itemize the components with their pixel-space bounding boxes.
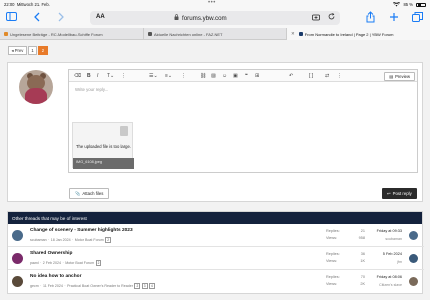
sidebar-icon[interactable]	[6, 12, 17, 24]
views-count: 958	[358, 236, 365, 240]
views-count: 2K	[360, 282, 365, 286]
list-icon[interactable]: ☰⌄	[149, 73, 158, 79]
thread-row[interactable]: No idea how to anchor gecm · 11 Feb 2024 · P…	[8, 270, 424, 293]
thread-meta: scubaman · 18 Jan 2024 · Motor Boat Forum 2	[30, 237, 112, 243]
last-post-date[interactable]: Friday at 08:06	[377, 275, 402, 279]
thread-title[interactable]: Shared Ownership	[30, 251, 72, 256]
back-icon[interactable]	[34, 12, 40, 25]
avatar[interactable]	[19, 70, 53, 104]
thread-page-link[interactable]: 4	[149, 283, 155, 289]
file-icon	[120, 126, 128, 136]
extensions-icon[interactable]	[312, 14, 320, 23]
page-content: ◂ Prev 1 2 ⌫ B I T⌄ ⋮ ☰⌄ ≡⌄ ⋮ ⛓ ▨ ☺ ▣ ❝	[0, 40, 430, 300]
insert-icon[interactable]: ⊞	[255, 73, 259, 79]
replies-count: 70	[360, 275, 365, 279]
replies-count: 21	[360, 229, 365, 233]
last-post-user[interactable]: jfm	[397, 260, 402, 264]
page-1-button[interactable]: 1	[27, 46, 38, 55]
replies-count: 36	[360, 252, 365, 256]
preview-icon: ▤	[389, 73, 394, 79]
image-icon[interactable]: ▨	[211, 73, 216, 79]
reply-icon: ↩	[387, 190, 391, 196]
thread-row[interactable]: Change of scenery - Summer highlights 20…	[8, 224, 424, 247]
avatar[interactable]	[12, 276, 23, 287]
browser-tab-2[interactable]: Aktuelle Nachrichten online - FAZ.NET	[143, 28, 286, 40]
tab-favicon-icon	[4, 32, 8, 36]
close-tab-icon[interactable]: ✕	[291, 31, 295, 37]
thread-page-link[interactable]: 2	[105, 237, 112, 243]
forward-icon[interactable]	[58, 12, 64, 25]
undo-icon[interactable]: ↶	[289, 73, 293, 79]
reply-editor: ⌫ B I T⌄ ⋮ ☰⌄ ≡⌄ ⋮ ⛓ ▨ ☺ ▣ ❝ ⊞ ↶ [ ] ⇄ ⋮…	[68, 69, 418, 173]
url-text: forums.ybw.com	[182, 14, 227, 22]
editor-toolbar: ⌫ B I T⌄ ⋮ ☰⌄ ≡⌄ ⋮ ⛓ ▨ ☺ ▣ ❝ ⊞ ↶ [ ] ⇄ ⋮…	[69, 70, 417, 82]
battery-icon	[416, 2, 426, 7]
share-icon[interactable]	[366, 11, 375, 26]
thread-page-link[interactable]: 2	[134, 283, 141, 289]
more-text-icon[interactable]: ⋮	[121, 73, 126, 79]
tab-favicon-icon	[148, 32, 152, 36]
last-post-date[interactable]: Friday at 09:33	[377, 229, 402, 233]
last-post-user[interactable]: scubaman	[385, 237, 402, 241]
new-tab-icon[interactable]	[389, 12, 399, 25]
battery-percent: 85 %	[403, 2, 413, 7]
browser-nav-bar: AA forums.ybw.com	[0, 8, 430, 28]
prev-page-button[interactable]: ◂ Prev	[8, 46, 27, 55]
thread-title[interactable]: Change of scenery - Summer highlights 20…	[30, 228, 133, 233]
pagination: ◂ Prev 1 2	[8, 46, 48, 55]
italic-icon[interactable]: I	[97, 73, 98, 79]
attachment-error-card: The uploaded file is too large. IMG_6108…	[72, 122, 134, 169]
drafts-icon[interactable]: ⋮	[337, 73, 342, 79]
avatar[interactable]	[409, 254, 418, 263]
page-2-button[interactable]: 2	[38, 46, 48, 55]
thread-page-link[interactable]: 3	[141, 283, 148, 289]
tab-overview-icon[interactable]	[412, 12, 423, 25]
similar-threads: Other threads that may be of interest Ch…	[7, 211, 424, 294]
link-icon[interactable]: ⛓	[200, 73, 206, 79]
wifi-icon	[393, 0, 401, 8]
last-post-user[interactable]: Citizen's slave	[379, 283, 402, 287]
lock-icon	[174, 14, 179, 22]
more-paragraph-icon[interactable]: ⋮	[181, 73, 186, 79]
status-time-date: 22:00 Mittwoch 21. Feb.	[4, 1, 50, 7]
font-size-icon[interactable]: T⌄	[107, 73, 114, 79]
last-post-date[interactable]: 5 Feb 2024	[383, 252, 402, 256]
quote-icon[interactable]: ❝	[245, 73, 248, 79]
reply-textarea[interactable]: Write your reply...	[75, 87, 108, 92]
thread-meta: pawd · 2 Feb 2024 · Motor Boat Forum 2	[30, 260, 102, 266]
thread-title[interactable]: No idea how to anchor	[30, 274, 81, 279]
reload-icon[interactable]	[328, 12, 335, 22]
tab-favicon-icon	[298, 32, 303, 36]
multitasking-dots-icon[interactable]: •••	[208, 0, 216, 6]
browser-tab-3[interactable]: ✕ From Normandie to Ireland | Page 2 | Y…	[286, 28, 430, 40]
browser-tab-1[interactable]: Ungelesene Beiträge - RC-Modellbau-Schif…	[0, 28, 143, 40]
code-view-icon[interactable]: [ ]	[309, 73, 313, 79]
section-title: Other threads that may be of interest	[8, 212, 422, 224]
bold-icon[interactable]: B	[87, 73, 91, 79]
text-size-button[interactable]: AA	[96, 14, 105, 20]
address-bar[interactable]: AA forums.ybw.com	[90, 11, 340, 25]
browser-tab-bar: Ungelesene Beiträge - RC-Modellbau-Schif…	[0, 28, 430, 40]
avatar[interactable]	[12, 230, 23, 241]
views-count: 1K	[360, 259, 365, 263]
smilie-icon[interactable]: ☺	[222, 73, 227, 79]
toggle-editor-icon[interactable]: ⇄	[325, 73, 329, 79]
media-icon[interactable]: ▣	[233, 73, 238, 79]
avatar[interactable]	[12, 253, 23, 264]
paperclip-icon: 📎	[75, 190, 81, 196]
thread-page-link[interactable]: 2	[95, 260, 102, 266]
status-bar: 22:00 Mittwoch 21. Feb. ••• 85 %	[0, 0, 430, 8]
preview-button[interactable]: ▤ Preview	[384, 71, 415, 81]
post-reply-button[interactable]: ↩ Post reply	[382, 188, 417, 199]
thread-meta: gecm · 11 Feb 2024 · Practical Boat Owner's …	[30, 283, 155, 289]
quick-reply: ⌫ B I T⌄ ⋮ ☰⌄ ≡⌄ ⋮ ⛓ ▨ ☺ ▣ ❝ ⊞ ↶ [ ] ⇄ ⋮…	[7, 62, 423, 202]
avatar[interactable]	[409, 277, 418, 286]
attach-files-button[interactable]: 📎 Attach files	[69, 188, 110, 199]
align-icon[interactable]: ≡⌄	[165, 73, 172, 79]
attachment-filename: IMG_6108.jpeg	[73, 158, 134, 169]
avatar[interactable]	[409, 231, 418, 240]
attachment-error-message: The uploaded file is too large.	[76, 144, 131, 149]
eraser-icon[interactable]: ⌫	[74, 73, 81, 79]
thread-row[interactable]: Shared Ownership pawd · 2 Feb 2024 · Motor B…	[8, 247, 424, 270]
